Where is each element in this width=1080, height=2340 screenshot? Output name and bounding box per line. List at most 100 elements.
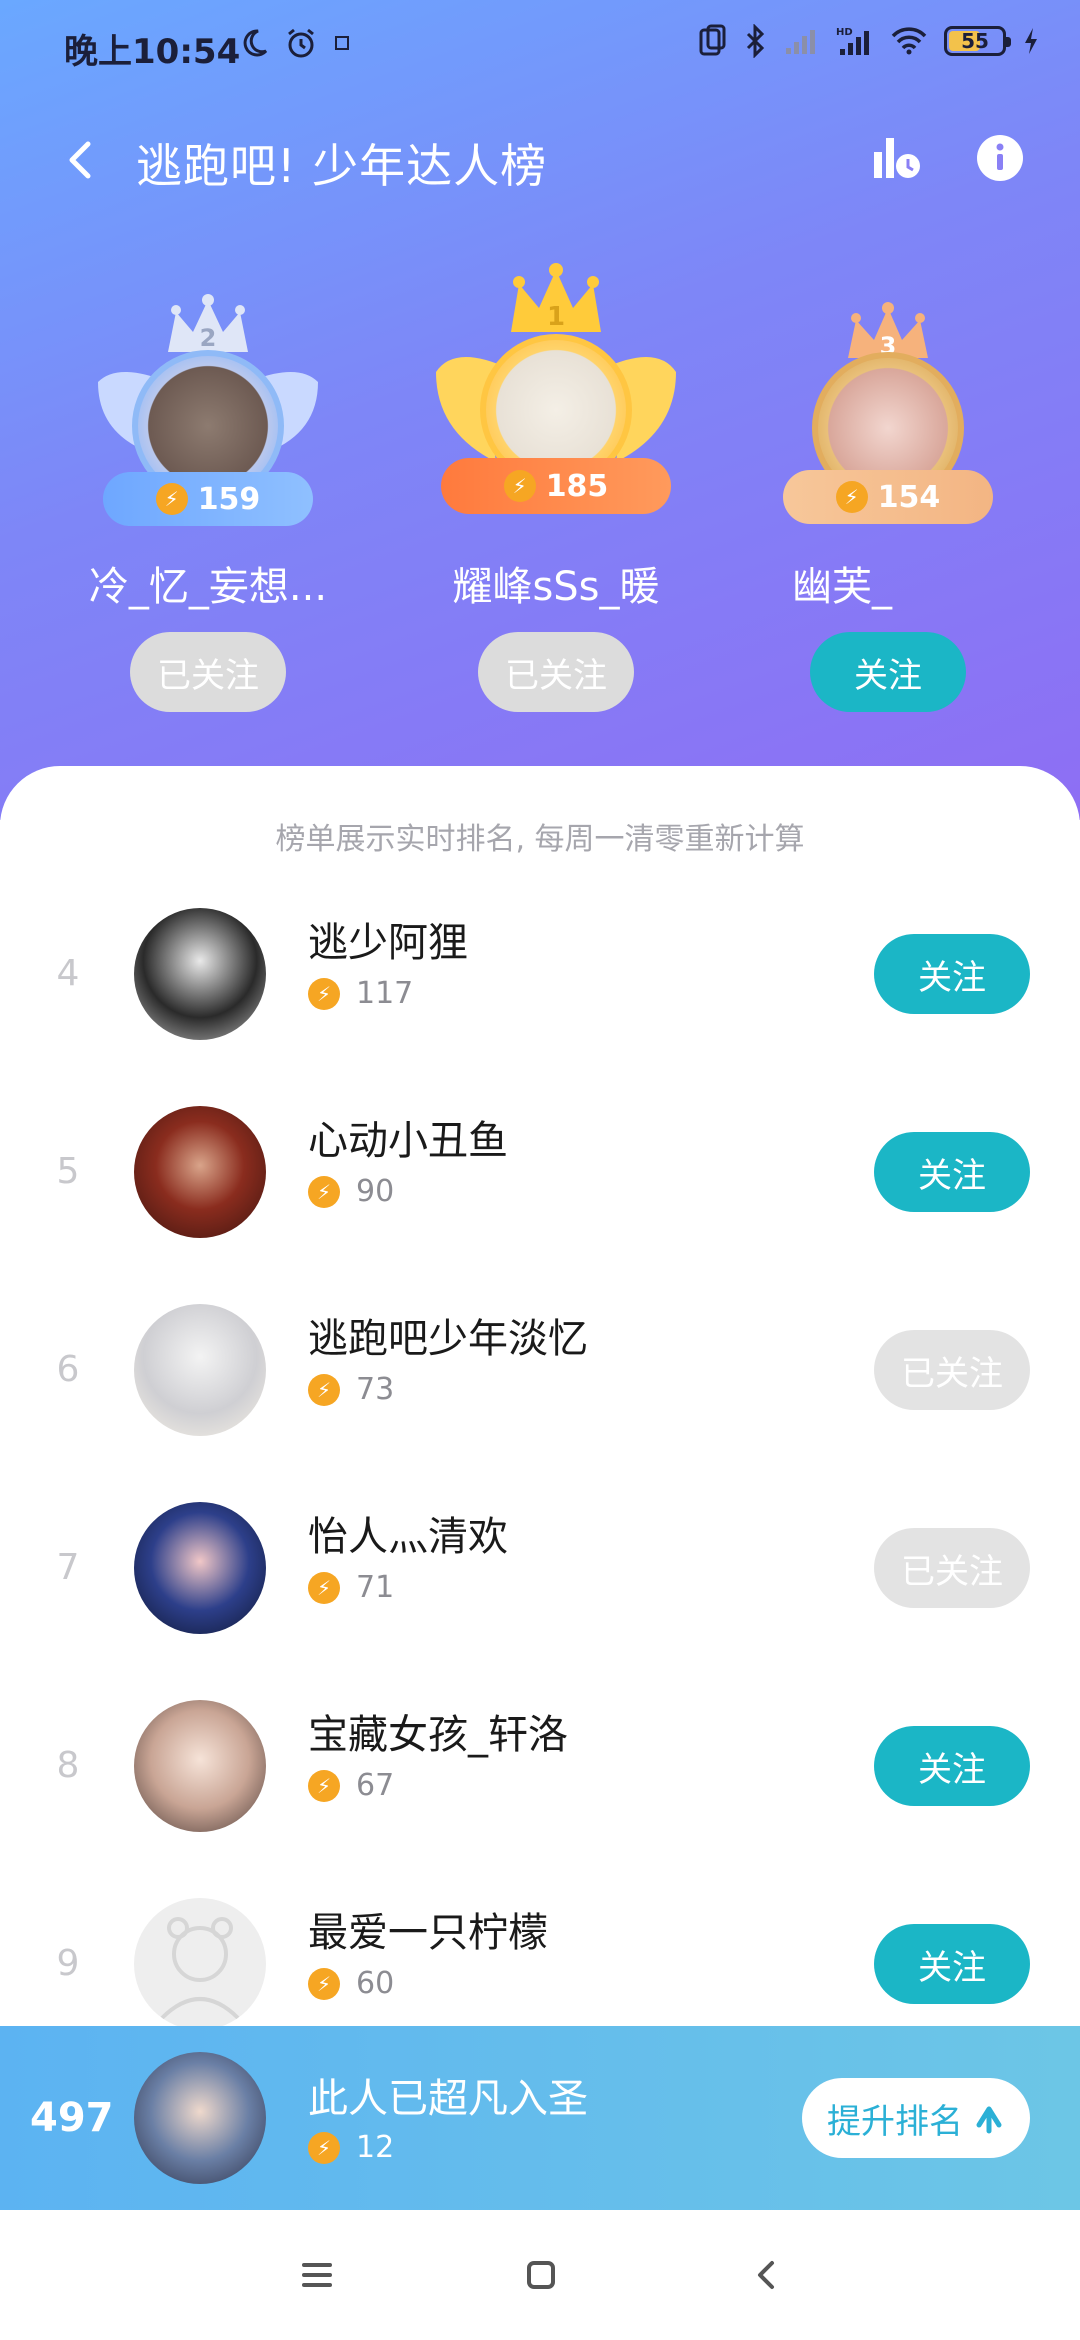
avatar[interactable]: [134, 908, 266, 1040]
nfc-icon: [699, 24, 726, 56]
boost-rank-label: 提升排名: [827, 2101, 963, 2142]
score-value: 12: [356, 2130, 395, 2165]
user-name: 逃跑吧少年淡忆: [308, 1316, 588, 1362]
lightning-icon: ⚡: [308, 1769, 340, 1802]
user-name: 幽芙_: [792, 564, 892, 610]
nav-home-button[interactable]: [514, 2248, 568, 2302]
my-avatar[interactable]: [134, 2052, 266, 2184]
back-triangle-icon: [758, 2261, 774, 2289]
avatar[interactable]: [134, 1700, 266, 1832]
avatar[interactable]: [134, 1106, 266, 1238]
page-title: 逃跑吧! 少年达人榜: [136, 139, 548, 193]
rank-number: 6: [56, 1348, 80, 1390]
nav-menu-button[interactable]: [290, 2248, 344, 2302]
info-button[interactable]: [970, 128, 1030, 188]
score-value: 185: [545, 468, 609, 504]
alarm-icon: [288, 28, 314, 58]
score-value: 117: [356, 976, 414, 1011]
score: ⚡ 67: [308, 1768, 394, 1803]
back-button[interactable]: [52, 130, 112, 190]
moon-icon: [243, 29, 268, 57]
follow-button[interactable]: 关注: [874, 1924, 1030, 2004]
my-score: ⚡ 12: [308, 2130, 394, 2165]
score-value: 159: [197, 481, 261, 517]
list-item[interactable]: 7 怡人灬清欢 ⚡ 71 已关注: [0, 1468, 1080, 1666]
score-value: 154: [877, 479, 941, 515]
signal-hd-icon: HD: [836, 27, 869, 55]
score-ribbon: ⚡ 159: [103, 472, 313, 526]
list-item[interactable]: 6 逃跑吧少年淡忆 ⚡ 73 已关注: [0, 1270, 1080, 1468]
rank-number: 8: [56, 1744, 80, 1786]
lightning-icon: ⚡: [308, 1175, 340, 1208]
my-rank-bar[interactable]: 497 此人已超凡入圣 ⚡ 12 提升排名: [0, 2026, 1080, 2210]
bluetooth-icon: [746, 24, 765, 58]
list-item[interactable]: 4 逃少阿狸 ⚡ 117 关注: [0, 874, 1080, 1072]
score: ⚡ 90: [308, 1174, 394, 1209]
score-ribbon: ⚡ 154: [783, 470, 993, 524]
followed-button[interactable]: 已关注: [874, 1330, 1030, 1410]
gold-badge: 1 ⚡ 185: [436, 262, 676, 542]
rank-number: 2: [199, 324, 217, 352]
follow-button[interactable]: 关注: [874, 934, 1030, 1014]
podium-rank-1[interactable]: 1 ⚡ 185 耀峰sSs_暖 已关注: [396, 262, 716, 712]
menu-icon: [302, 2263, 332, 2287]
default-avatar-icon: [160, 1917, 240, 2020]
score-ribbon: ⚡ 185: [441, 458, 671, 514]
svg-text:HD: HD: [836, 27, 853, 38]
list-item[interactable]: 8 宝藏女孩_轩洛 ⚡ 67 关注: [0, 1666, 1080, 1864]
user-name: 心动小丑鱼: [308, 1118, 508, 1164]
status-time: 晚上10:54: [64, 32, 241, 72]
rank-number: 7: [56, 1546, 80, 1588]
user-name: 冷_忆_妄想...: [88, 564, 328, 610]
rank-number: 1: [546, 302, 566, 332]
bronze-badge: 3 ⚡ 154: [773, 300, 1003, 550]
score-value: 60: [356, 1966, 395, 2001]
title-bar: 逃跑吧! 少年达人榜: [0, 110, 1080, 210]
ranking-notice: 榜单展示实时排名, 每周一清零重新计算: [275, 822, 805, 857]
info-icon: [977, 135, 1023, 181]
score-value: 67: [356, 1768, 395, 1803]
user-name: 宝藏女孩_轩洛: [308, 1712, 568, 1758]
follow-button[interactable]: 关注: [810, 632, 966, 712]
score: ⚡ 73: [308, 1372, 394, 1407]
user-name: 最爱一只柠檬: [308, 1910, 548, 1956]
followed-button[interactable]: 已关注: [130, 632, 286, 712]
followed-button[interactable]: 已关注: [478, 632, 634, 712]
boost-rank-button[interactable]: 提升排名: [802, 2078, 1030, 2158]
podium-rank-2[interactable]: 2 ⚡ 159 冷_忆_妄想... 已关注: [48, 292, 368, 712]
silver-badge: 2 ⚡ 159: [78, 292, 338, 542]
lightning-icon: ⚡: [308, 1967, 340, 2000]
podium-rank-3[interactable]: 3 ⚡ 154 幽芙_ 关注: [728, 300, 1048, 712]
arrow-up-icon: [976, 2106, 1002, 2134]
lightning-icon: ⚡: [308, 977, 340, 1010]
user-name: 逃少阿狸: [308, 920, 468, 966]
notification-icon: [335, 36, 349, 50]
battery-icon: 55: [944, 26, 1011, 56]
my-user-name: 此人已超凡入圣: [308, 2076, 588, 2122]
score-value: 90: [356, 1174, 395, 1209]
nav-back-button[interactable]: [740, 2248, 794, 2302]
followed-button[interactable]: 已关注: [874, 1528, 1030, 1608]
wifi-icon: [891, 27, 927, 55]
history-ranking-button[interactable]: [868, 128, 928, 188]
lightning-icon: ⚡: [155, 483, 188, 515]
status-bar: 晚上10:54 HD 55: [0, 0, 1080, 96]
avatar[interactable]: [134, 1502, 266, 1634]
charging-icon: [1025, 28, 1037, 54]
lightning-icon: ⚡: [308, 2131, 340, 2164]
lightning-icon: ⚡: [835, 481, 868, 513]
follow-button[interactable]: 关注: [874, 1132, 1030, 1212]
list-item[interactable]: 5 心动小丑鱼 ⚡ 90 关注: [0, 1072, 1080, 1270]
my-rank-number: 497: [30, 2095, 114, 2141]
avatar[interactable]: [134, 1304, 266, 1436]
home-square-icon: [527, 2261, 555, 2289]
rank-number: 5: [56, 1150, 80, 1192]
score-value: 73: [356, 1372, 395, 1407]
follow-button[interactable]: 关注: [874, 1726, 1030, 1806]
chevron-left-icon: [69, 141, 91, 179]
avatar[interactable]: [134, 1898, 266, 2030]
lightning-icon: ⚡: [308, 1571, 340, 1604]
user-name: 耀峰sSs_暖: [452, 564, 660, 610]
system-nav-bar: [0, 2210, 1080, 2340]
user-name: 怡人灬清欢: [308, 1514, 508, 1560]
